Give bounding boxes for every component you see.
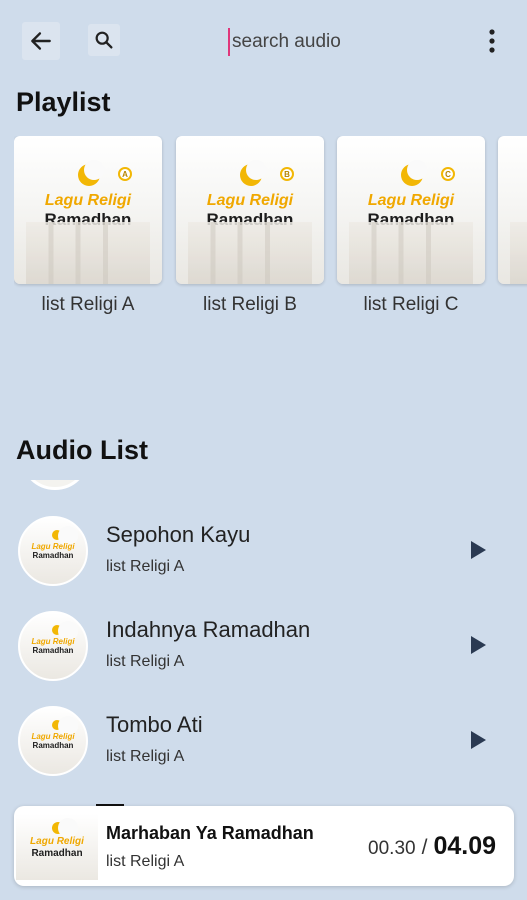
play-icon (471, 731, 486, 749)
time-separator: / (421, 836, 428, 859)
thumb-title-line2: Ramadhan (31, 848, 83, 859)
play-icon (471, 541, 486, 559)
crescent-moon-icon (401, 160, 427, 186)
audio-list-item[interactable]: Lagu Religi Ramadhan Tombo Ati list Reli… (0, 706, 527, 798)
playlist-cover: C Lagu Religi Ramadhan (337, 136, 485, 284)
playlist-cover: B Lagu Religi Ramadhan (176, 136, 324, 284)
thumb-title-line2: Ramadhan (32, 741, 74, 750)
crescent-moon-icon (52, 621, 78, 641)
playlist-label: list Religi C (363, 294, 459, 315)
audio-title: Tombo Ati (106, 712, 203, 737)
now-playing-playlist: list Religi A (106, 853, 185, 870)
thumb-title-line1: Lagu Religi (31, 732, 75, 741)
mosque-image (187, 221, 313, 284)
play-button[interactable] (466, 633, 490, 657)
audio-thumbnail: Lagu Religi Ramadhan (18, 706, 88, 776)
play-icon (471, 636, 486, 654)
search-input[interactable] (228, 28, 448, 56)
playlist-card-partial[interactable] (498, 136, 527, 284)
thumb-title-line2: Ramadhan (32, 646, 74, 655)
playlist-heading: Playlist (16, 87, 111, 117)
audio-thumbnail: Lagu Religi Ramadhan (18, 516, 88, 586)
audio-playlist: list Religi A (106, 558, 185, 575)
crescent-moon-icon (78, 160, 104, 186)
play-button[interactable] (466, 538, 490, 562)
mosque-image (348, 221, 474, 284)
search-button[interactable] (88, 24, 120, 56)
playlist-badge: B (280, 167, 294, 181)
thumb-title-line1: Lagu Religi (31, 542, 75, 551)
audio-playlist: list Religi A (106, 653, 185, 670)
playlist-badge: C (441, 167, 455, 181)
crescent-moon-icon (52, 716, 78, 736)
play-button[interactable] (466, 728, 490, 752)
audio-list[interactable]: Lagu Religi Ramadhan Sepohon Kayu list R… (0, 480, 527, 800)
top-bar (0, 0, 527, 84)
playlist-card[interactable]: A Lagu Religi Ramadhan list Religi A (14, 136, 162, 315)
back-button[interactable] (22, 22, 60, 60)
audio-list-item[interactable]: Lagu Religi Ramadhan Sepohon Kayu list R… (0, 516, 527, 608)
audio-playlist: list Religi A (106, 748, 185, 765)
audio-title: Sepohon Kayu (106, 522, 251, 547)
cover-title-line1: Lagu Religi (367, 192, 455, 209)
now-playing-bar[interactable]: Lagu Religi Ramadhan Marhaban Ya Ramadha… (14, 806, 514, 886)
mosque-image (25, 221, 151, 284)
crescent-moon-icon (240, 160, 266, 186)
audio-title: Indahnya Ramadhan (106, 617, 311, 642)
more-options-button[interactable] (480, 26, 504, 56)
thumb-title-line2: Ramadhan (32, 551, 74, 560)
playlist-label: list Religi B (203, 294, 297, 315)
crescent-moon-icon (52, 526, 78, 546)
playback-time: 00.30 / 04.09 (368, 832, 496, 861)
audio-item-thumbnail-partial (20, 480, 90, 490)
playlist-card[interactable]: B Lagu Religi Ramadhan list Religi B (176, 136, 324, 315)
search-icon (95, 31, 113, 49)
more-vertical-icon (489, 29, 495, 53)
now-playing-thumbnail: Lagu Religi Ramadhan (16, 814, 98, 880)
playlist-card[interactable]: C Lagu Religi Ramadhan list Religi C (337, 136, 485, 315)
audio-thumbnail: Lagu Religi Ramadhan (18, 611, 88, 681)
playlist-cover (498, 136, 527, 284)
playlist-label: list Religi A (41, 294, 135, 315)
audio-list-heading: Audio List (16, 435, 148, 465)
playlist-badge: A (118, 167, 132, 181)
thumb-title-line1: Lagu Religi (31, 637, 75, 646)
cover-title-line1: Lagu Religi (44, 192, 132, 209)
playlist-cover: A Lagu Religi Ramadhan (14, 136, 162, 284)
current-time: 00.30 (368, 838, 416, 859)
crescent-moon-icon (52, 818, 78, 838)
now-playing-title: Marhaban Ya Ramadhan (106, 823, 314, 843)
total-time: 04.09 (433, 832, 496, 860)
audio-list-item[interactable]: Lagu Religi Ramadhan Indahnya Ramadhan l… (0, 611, 527, 703)
playlist-carousel[interactable]: A Lagu Religi Ramadhan list Religi A B L… (14, 136, 527, 326)
arrow-left-icon (31, 32, 51, 50)
cover-title-line1: Lagu Religi (206, 192, 294, 209)
thumb-title-line1: Lagu Religi (30, 836, 84, 847)
mosque-image (509, 221, 527, 284)
